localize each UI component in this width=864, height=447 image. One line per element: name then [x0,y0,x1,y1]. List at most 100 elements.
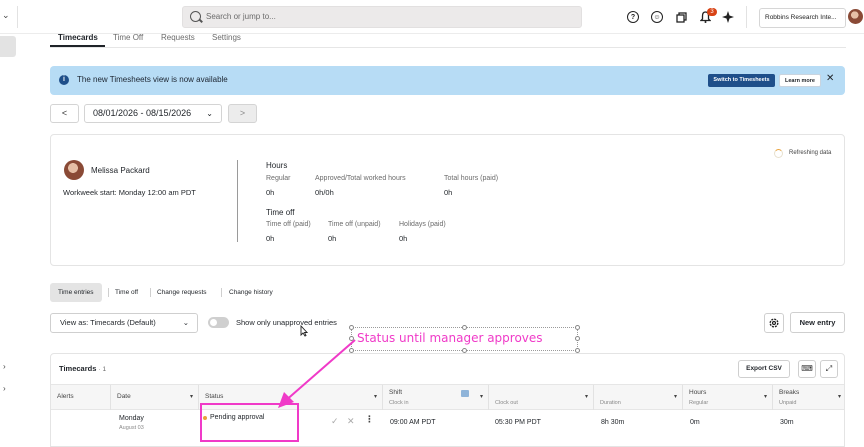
filter-icon[interactable] [461,390,469,397]
column-clock-out-label: Clock out [495,400,518,406]
chevron-right-icon[interactable]: › [3,362,6,371]
hours-regular-value: 0h [266,188,275,197]
view-as-value: View as: Timecards (Default) [60,318,156,327]
resize-handle[interactable] [349,325,354,330]
column-shift-label: Shift [389,389,403,396]
next-period-button[interactable]: > [228,104,257,123]
reject-icon[interactable]: ✕ [347,416,355,427]
date-range-select[interactable]: 08/01/2026 - 08/15/2026 ⌄ [84,104,222,123]
row-clock-out: 05:30 PM PDT [495,419,541,426]
table-header: Alerts Date ▾ Status ▾ Shift Clock in ▾ … [51,384,844,410]
holidays-paid: Holidays (paid) 0h [399,221,446,243]
status-highlight-box [200,403,299,442]
view-as-select[interactable]: View as: Timecards (Default) ⌄ [50,313,198,333]
holidays-paid-value: 0h [399,234,408,243]
sparkle-icon[interactable] [722,11,734,23]
hours-approved-value: 0h/0h [315,188,334,197]
help-icon[interactable]: ? [627,11,639,23]
hours-total-value: 0h [444,188,453,197]
column-breaks-unpaid[interactable]: Breaks Unpaid ▾ [773,385,844,410]
timeoff-paid-label: Time off (paid) [266,221,311,228]
chevron-right-icon[interactable]: › [3,384,6,393]
accessibility-icon[interactable]: ☺ [651,11,663,23]
resize-handle[interactable] [575,336,580,341]
divider [108,288,109,297]
column-alerts-label: Alerts [57,393,74,400]
search-input[interactable]: Search or jump to... [182,6,582,28]
column-duration[interactable]: Duration ▾ [594,385,683,410]
info-icon: i [59,75,69,85]
tab-time-off[interactable]: Time Off [113,33,143,42]
refresh-status: Refreshing data [774,149,832,158]
resize-handle[interactable] [575,348,580,353]
resize-handle[interactable] [462,325,467,330]
copy-icon[interactable] [675,11,687,23]
unapproved-toggle[interactable] [208,317,229,328]
settings-button[interactable] [764,313,784,333]
toggle-knob [210,319,217,326]
chevron-down-icon: ▾ [373,394,377,400]
column-date-label: Date [117,393,131,400]
expand-icon[interactable]: ⤢ [820,360,838,378]
refresh-label: Refreshing data [789,150,832,156]
column-clock-in-label: Clock in [389,400,409,406]
tab-requests[interactable]: Requests [161,33,195,42]
user-avatar[interactable] [848,9,863,24]
timeoff-unpaid-label: Time off (unpaid) [328,221,381,228]
tab-change-requests[interactable]: Change requests [157,283,207,302]
rail-nav-item[interactable] [0,36,16,57]
hours-approved-label: Approved/Total worked hours [315,175,406,182]
column-hours-regular[interactable]: Hours Regular ▾ [683,385,773,410]
approve-icon[interactable]: ✓ [331,416,339,427]
row-duration: 8h 30m [601,419,625,426]
column-duration-label: Duration [600,400,621,406]
row-clock-in: 09:00 AM PDT [390,419,436,426]
annotation-text: Status until manager approves [357,331,543,345]
tab-change-history[interactable]: Change history [229,283,273,302]
divider [237,160,238,242]
timecard-summary: Melissa Packard Workweek start: Monday 1… [50,134,845,266]
notification-badge: 3 [707,8,717,16]
new-entry-button[interactable]: New entry [790,312,845,333]
tab-settings[interactable]: Settings [212,33,241,42]
more-options-icon[interactable]: ⋮ [365,414,374,425]
switch-to-timesheets-button[interactable]: Switch to Timesheets [708,74,775,87]
tab-timecards[interactable]: Timecards [58,33,98,42]
banner-message: The new Timesheets view is now available [77,75,228,84]
tab-time-off-entries[interactable]: Time off [115,283,138,302]
tab-time-entries[interactable]: Time entries [50,283,102,302]
info-banner: i The new Timesheets view is now availab… [50,66,845,95]
learn-more-button[interactable]: Learn more [779,74,821,87]
workweek-start: Workweek start: Monday 12:00 am PDT [63,188,196,197]
search-placeholder: Search or jump to... [206,12,276,21]
divider [50,47,846,48]
keyboard-icon[interactable]: ⌨ [798,360,816,378]
org-switcher[interactable]: Robbins Research Inte... [759,8,846,28]
divider [221,288,222,297]
timecards-table: Timecards · 1 Export CSV ⌨ ⤢ Alerts Date… [50,353,845,447]
chevron-down-icon[interactable]: ⌄ [2,10,12,22]
gear-icon [769,318,779,328]
chevron-down-icon: ▾ [479,394,483,400]
hours-approved-total: Approved/Total worked hours 0h/0h [315,175,406,197]
close-icon[interactable]: ✕ [826,73,834,84]
divider [746,6,747,28]
column-alerts[interactable]: Alerts [51,385,111,410]
prev-period-button[interactable]: < [50,104,79,123]
hours-total-paid: Total hours (paid) 0h [444,175,498,197]
table-title-label: Timecards [59,364,97,373]
resize-handle[interactable] [462,348,467,353]
chevron-down-icon: ⌄ [206,109,213,118]
column-clock-out[interactable]: Clock out ▾ [489,385,594,410]
employee-avatar [64,160,84,180]
chevron-down-icon: ▾ [763,394,767,400]
export-csv-button[interactable]: Export CSV [738,360,790,378]
row-unpaid-breaks: 30m [780,419,794,426]
column-clock-in[interactable]: Shift Clock in ▾ [383,385,489,410]
date-range-value: 08/01/2026 - 08/15/2026 [93,108,192,118]
resize-handle[interactable] [575,325,580,330]
hours-title: Hours [266,161,288,170]
chevron-down-icon: ▾ [673,394,677,400]
column-date[interactable]: Date ▾ [111,385,199,410]
divider [17,6,18,28]
